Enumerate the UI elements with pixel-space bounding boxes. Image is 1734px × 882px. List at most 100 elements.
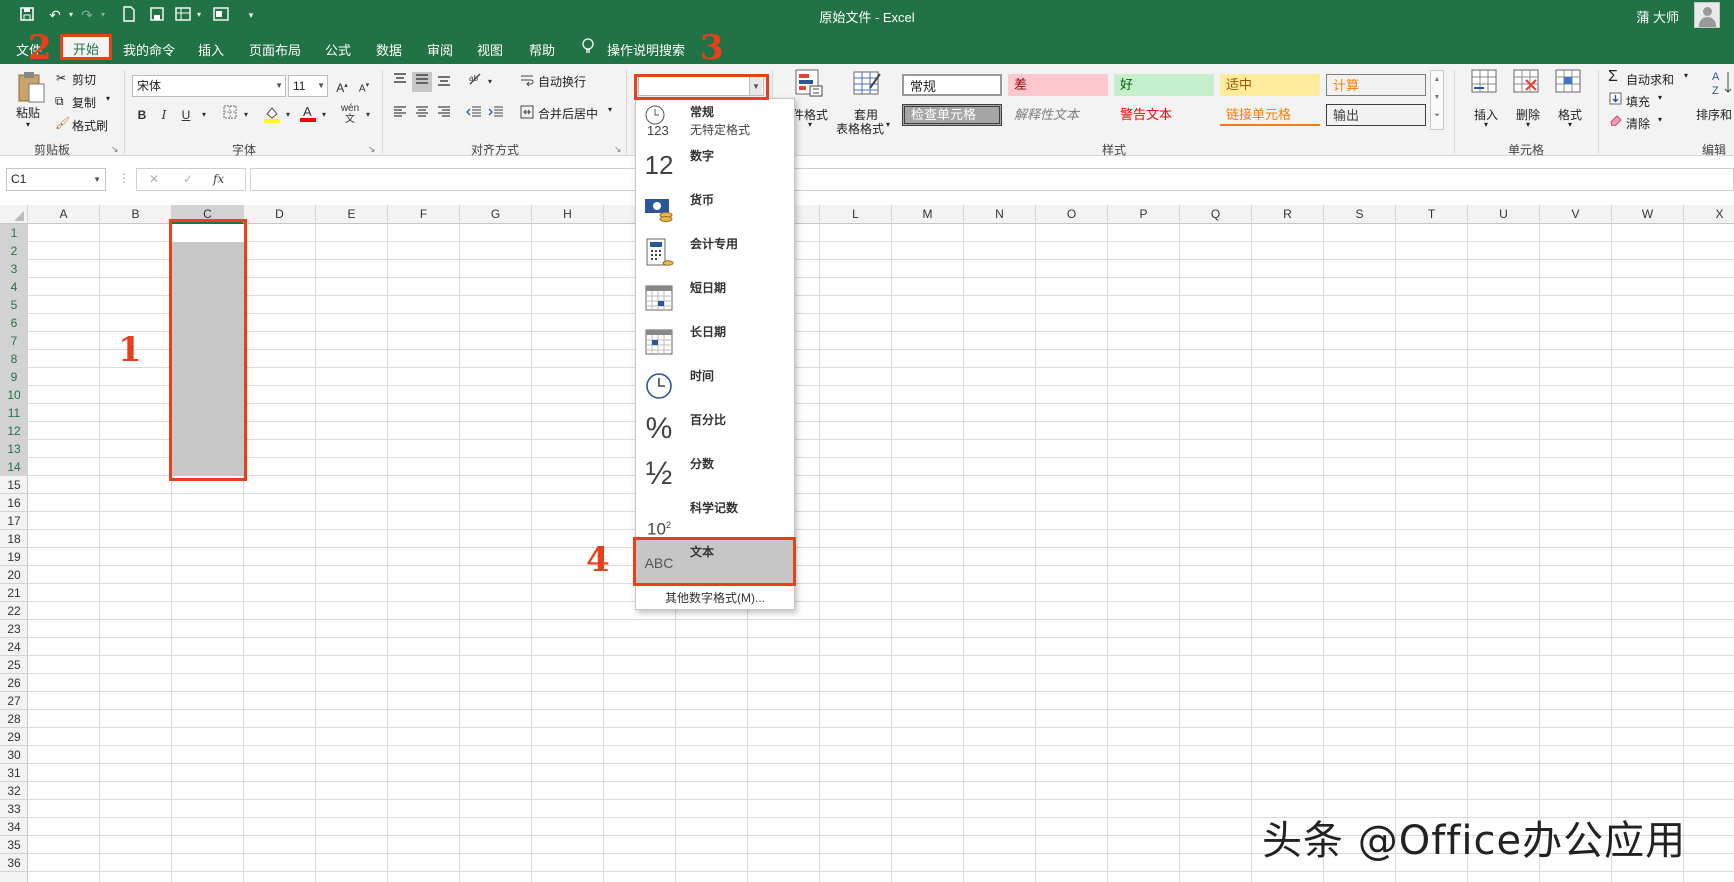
column-header[interactable]: O [1036,205,1108,224]
select-all-corner[interactable] [0,205,28,224]
row-header[interactable]: 24 [0,638,28,656]
tab-my-commands[interactable]: 我的命令 [123,40,175,59]
row-header[interactable]: 26 [0,674,28,692]
style-bad[interactable]: 差 [1008,74,1108,96]
autosum-button[interactable]: 自动求和 [1626,71,1674,88]
row-header[interactable]: 15 [0,476,28,494]
row-header[interactable]: 36 [0,854,28,872]
copy-button[interactable]: 复制 [72,94,96,111]
menu-item-long-date[interactable]: 长日期 [636,319,794,363]
style-calculation[interactable]: 计算 [1326,74,1426,96]
row-header[interactable]: 5 [0,296,28,314]
chevron-down-icon[interactable]: ▼ [317,76,325,96]
autosum-dropdown-icon[interactable]: ▾ [1684,71,1688,80]
column-header[interactable]: Q [1180,205,1252,224]
avatar[interactable] [1694,2,1720,28]
row-header[interactable]: 33 [0,800,28,818]
conditional-format-dropdown-icon[interactable]: ▾ [808,120,812,129]
merge-center-button[interactable]: 合并后居中 [538,105,598,122]
copy-icon[interactable]: ⧉ [55,94,64,109]
style-neutral[interactable]: 适中 [1220,74,1320,96]
insert-cells-icon[interactable] [1470,68,1498,101]
style-warning[interactable]: 警告文本 [1114,104,1214,126]
paste-dropdown-icon[interactable]: ▾ [26,120,30,129]
row-header[interactable]: 2 [0,242,28,260]
copy-dropdown-icon[interactable]: ▾ [106,94,110,103]
fill-button[interactable]: 填充 [1626,93,1650,110]
format-dropdown-icon[interactable]: ▾ [1568,120,1572,129]
row-header[interactable]: 22 [0,602,28,620]
row-header[interactable]: 3 [0,260,28,278]
column-header[interactable]: G [460,205,532,224]
increase-indent-icon[interactable] [486,105,506,125]
style-check-cell[interactable]: 检查单元格 [902,104,1002,126]
align-middle-icon[interactable] [412,72,432,92]
column-header[interactable]: S [1324,205,1396,224]
worksheet-grid[interactable] [28,224,1734,882]
align-center-icon[interactable] [412,105,432,125]
row-header[interactable]: 16 [0,494,28,512]
phonetic-dropdown-icon[interactable]: ▾ [358,105,378,125]
menu-item-fraction[interactable]: ½ 分数 [636,451,794,495]
column-header[interactable]: L [820,205,892,224]
row-header[interactable]: 35 [0,836,28,854]
column-header[interactable]: H [532,205,604,224]
tell-me-search[interactable]: 操作说明搜索 [607,40,685,59]
increase-font-icon[interactable]: A▴ [332,76,352,96]
row-header[interactable]: 21 [0,584,28,602]
font-name-box[interactable]: 宋体 ▼ [132,75,286,97]
align-bottom-icon[interactable] [434,72,454,92]
tab-data[interactable]: 数据 [376,40,402,59]
format-as-table-dropdown-icon[interactable]: ▾ [886,120,890,129]
row-header[interactable]: 30 [0,746,28,764]
scroll-down-icon[interactable]: ▼ [1431,89,1443,107]
fill-down-icon[interactable] [1609,92,1622,108]
row-header[interactable]: 6 [0,314,28,332]
menu-item-number[interactable]: 12 数字 [636,143,794,187]
row-header[interactable]: 19 [0,548,28,566]
style-normal[interactable]: 常规 [902,74,1002,96]
alignment-launcher-icon[interactable]: ↘ [614,144,622,155]
paste-label[interactable]: 粘贴 [16,104,40,121]
menu-item-general[interactable]: 123 常规 无特定格式 [636,99,794,143]
row-header[interactable]: 32 [0,782,28,800]
menu-item-percentage[interactable]: % 百分比 [636,407,794,451]
row-header[interactable]: 4 [0,278,28,296]
column-header[interactable]: R [1252,205,1324,224]
sort-filter-icon[interactable]: AZ [1710,68,1734,101]
row-header[interactable]: 28 [0,710,28,728]
format-painter-button[interactable]: 格式刷 [72,117,108,134]
style-output[interactable]: 输出 [1326,104,1426,126]
column-header[interactable]: E [316,205,388,224]
cut-button[interactable]: 剪切 [72,71,96,88]
row-header[interactable]: 7 [0,332,28,350]
column-header[interactable]: T [1396,205,1468,224]
tab-formulas[interactable]: 公式 [325,40,351,59]
align-top-icon[interactable] [390,72,410,92]
fill-dropdown-icon[interactable]: ▾ [1658,93,1662,102]
column-header[interactable]: F [388,205,460,224]
tab-help[interactable]: 帮助 [529,40,555,59]
row-header[interactable]: 29 [0,728,28,746]
row-header[interactable]: 18 [0,530,28,548]
row-header[interactable]: 31 [0,764,28,782]
menu-item-accounting[interactable]: 会计专用 [636,231,794,275]
style-linked-cell[interactable]: 链接单元格 [1220,104,1320,126]
gallery-expand-icon[interactable]: ⏷ [1431,107,1443,125]
menu-item-scientific[interactable]: 102 科学记数 [636,495,794,539]
column-header[interactable]: A [28,205,100,224]
style-explanatory[interactable]: 解释性文本 [1008,104,1108,126]
column-header[interactable]: D [244,205,316,224]
row-header[interactable]: 25 [0,656,28,674]
cancel-icon[interactable]: ✕ [149,172,159,186]
conditional-format-icon[interactable] [794,68,824,101]
font-launcher-icon[interactable]: ↘ [368,144,376,155]
tab-insert[interactable]: 插入 [198,40,224,59]
align-right-icon[interactable] [434,105,454,125]
sort-filter-button[interactable]: 排序和 [1696,106,1732,123]
row-header[interactable]: 14 [0,458,28,476]
format-painter-icon[interactable]: 🖌 [55,116,70,130]
row-header[interactable]: 9 [0,368,28,386]
paste-icon[interactable] [16,70,46,107]
clear-button[interactable]: 清除 [1626,115,1650,132]
